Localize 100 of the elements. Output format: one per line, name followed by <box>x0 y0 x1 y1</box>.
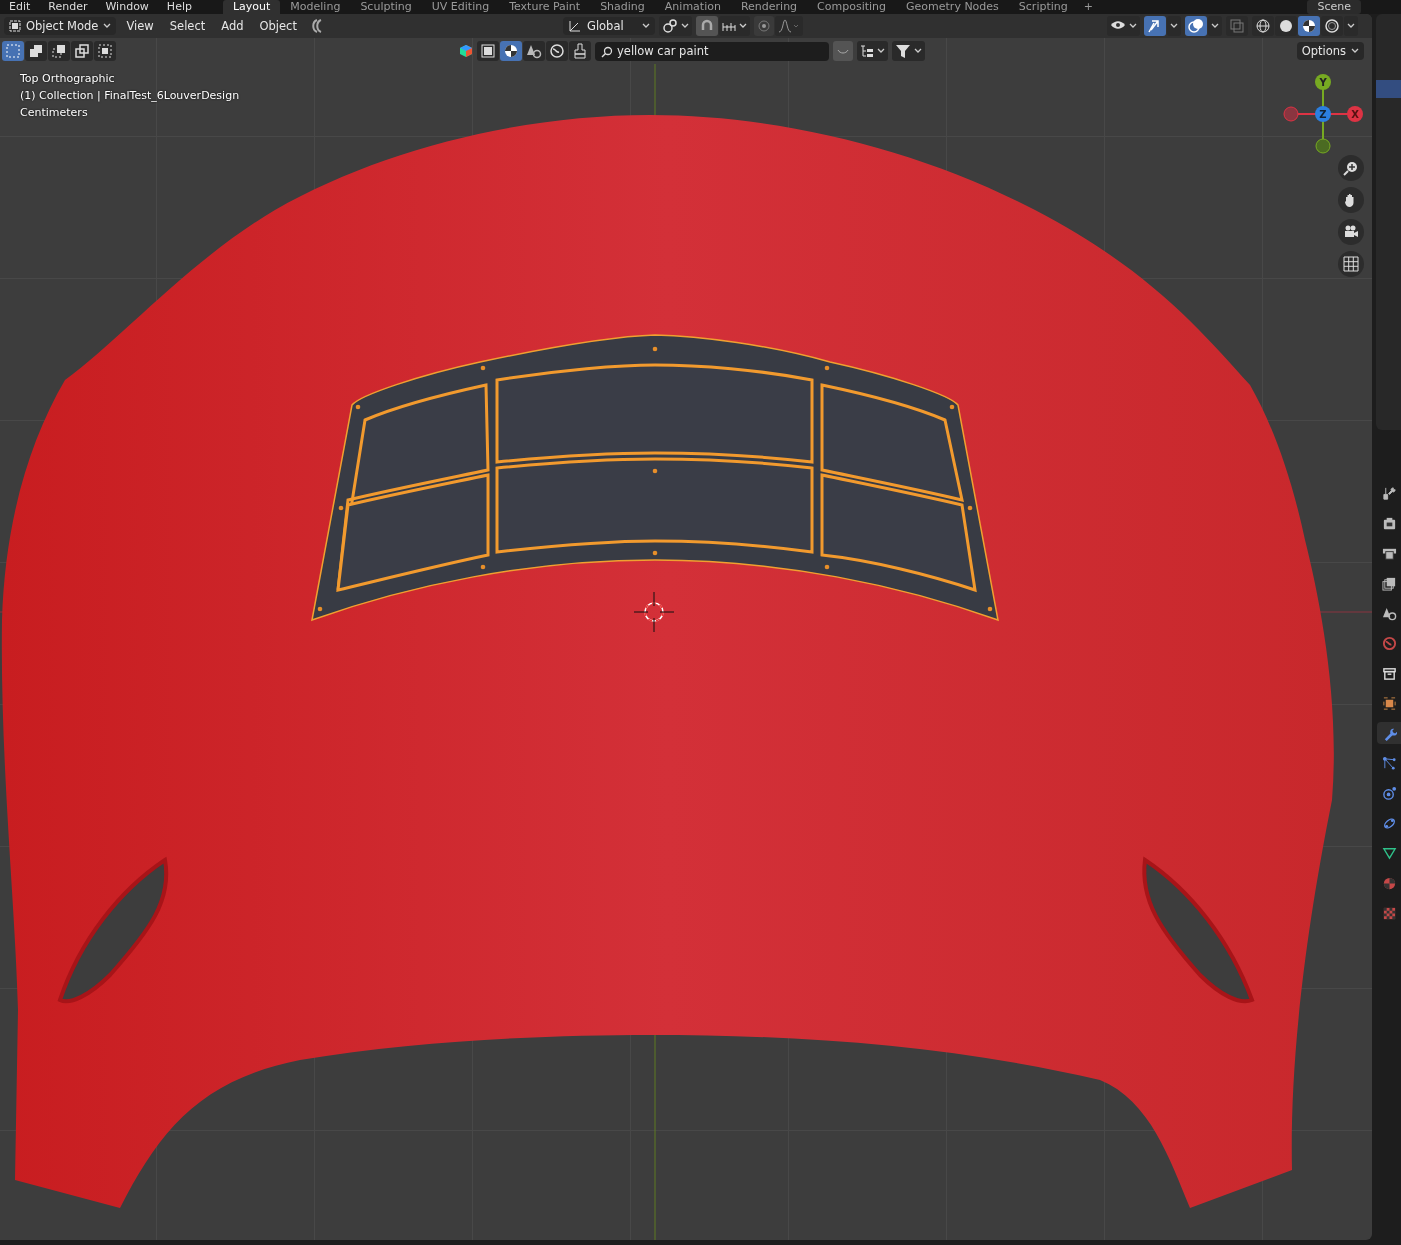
search-field[interactable]: yellow car paint <box>595 41 829 61</box>
shading-mode-button[interactable] <box>1321 16 1343 36</box>
filter-material-button[interactable] <box>500 41 522 61</box>
selection-mode-button[interactable] <box>71 41 93 61</box>
workspace-tab[interactable]: Modeling <box>280 0 351 14</box>
workspace-tab[interactable]: Scripting <box>1008 0 1078 14</box>
box-icon <box>1381 665 1397 681</box>
gizmo-dropdown[interactable] <box>1167 16 1181 36</box>
caret-icon <box>1351 48 1359 54</box>
search-icon <box>601 45 613 58</box>
snap-dropdown[interactable] <box>718 16 750 36</box>
cone-sphere-icon <box>526 43 542 59</box>
object-icon <box>480 43 496 59</box>
grid-toggle-button[interactable] <box>1338 251 1364 277</box>
navigation-gizmo[interactable]: Y Z X <box>1283 74 1363 154</box>
material-sphere-icon <box>503 43 519 59</box>
zoom-button[interactable] <box>1338 155 1364 181</box>
caret-icon <box>738 23 747 29</box>
selection-mode-button[interactable] <box>48 41 70 61</box>
zoom-icon <box>1343 160 1359 176</box>
shading-dropdown[interactable] <box>1344 16 1358 36</box>
falloff-dropdown[interactable] <box>774 16 803 36</box>
list-icon <box>860 44 874 58</box>
shading-mode-button[interactable] <box>1252 16 1274 36</box>
caret-icon <box>877 48 885 54</box>
brush-icon <box>572 43 588 59</box>
tool-icon <box>1381 485 1397 501</box>
falloff-curve-icon <box>777 19 800 33</box>
shading-mode-button[interactable] <box>1298 16 1320 36</box>
caret-icon <box>1211 23 1219 29</box>
filter-world-button[interactable] <box>546 41 568 61</box>
filter-dropdown[interactable] <box>892 41 925 61</box>
menu-item[interactable]: Window <box>96 0 158 14</box>
caret-icon <box>1170 23 1178 29</box>
filter-object-button[interactable] <box>477 41 499 61</box>
caret-icon <box>680 23 689 29</box>
proportional-icon <box>756 19 771 33</box>
workspace-tab[interactable]: Animation <box>654 0 731 14</box>
triangle-icon <box>1381 845 1397 861</box>
header-menu[interactable]: Object <box>253 17 303 35</box>
caret-icon <box>1129 23 1137 29</box>
snap-toggle[interactable] <box>695 16 718 36</box>
select-subtract-icon <box>51 43 67 59</box>
selection-mode-button[interactable] <box>94 41 116 61</box>
pivot-icon <box>661 18 678 34</box>
workspace-tab[interactable]: UV Editing <box>421 0 500 14</box>
select-invert-icon <box>74 43 90 59</box>
pan-hand-button[interactable] <box>1338 187 1364 213</box>
object-mode-icon <box>9 20 21 32</box>
gizmo-toggle[interactable] <box>1144 16 1166 36</box>
workspace-tab[interactable]: Layout <box>222 0 281 14</box>
workspace-tab[interactable]: Shading <box>590 0 655 14</box>
overlays-dropdown[interactable] <box>1208 16 1222 36</box>
overlays-toggle[interactable] <box>1185 16 1207 36</box>
add-workspace-button[interactable]: + <box>1077 0 1099 14</box>
camera-button[interactable] <box>1338 219 1364 245</box>
header-menu[interactable]: Add <box>215 17 250 35</box>
axes-icon <box>567 19 582 33</box>
header-menu[interactable]: View <box>120 17 160 35</box>
menu-item[interactable]: Render <box>39 0 97 14</box>
rendered-sphere-icon <box>1324 18 1340 34</box>
square-icon <box>1381 695 1397 711</box>
scene-selector[interactable]: Scene <box>1307 0 1361 14</box>
pivot-dropdown[interactable] <box>658 16 692 36</box>
nodes-icon <box>1381 755 1397 771</box>
header-menu[interactable]: Select <box>163 17 212 35</box>
select-extend-icon <box>28 43 44 59</box>
grid-icon <box>1343 256 1359 272</box>
menu-item[interactable]: Help <box>157 0 201 14</box>
workspace-tab[interactable]: Texture Paint <box>499 0 591 14</box>
funnel-icon <box>895 43 911 59</box>
options-dropdown[interactable]: Options <box>1296 42 1364 60</box>
workspace-tab[interactable]: Rendering <box>730 0 808 14</box>
filter-light-button[interactable] <box>523 41 545 61</box>
display-mode-dropdown[interactable] <box>857 41 888 61</box>
menu-item[interactable]: Edit <box>0 0 40 14</box>
workspace-tab[interactable]: Geometry Nodes <box>896 0 1009 14</box>
wireframe-sphere-icon <box>1255 18 1271 34</box>
selection-mode-button[interactable] <box>25 41 47 61</box>
viewport-info-text: (1) Collection | FinalTest_6LouverDesign <box>20 89 240 102</box>
filter-brush-button[interactable] <box>569 41 591 61</box>
solid-sphere-icon <box>1278 18 1294 34</box>
xray-toggle[interactable] <box>1226 16 1248 36</box>
shading-mode-button[interactable] <box>1275 16 1297 36</box>
louver-vent-drawing[interactable] <box>311 334 999 621</box>
viewport-info-text: Top Orthographic <box>20 72 115 85</box>
orientation-dropdown[interactable]: Global <box>562 17 655 35</box>
images-icon <box>1381 575 1397 591</box>
checker-icon <box>1381 905 1397 921</box>
visibility-dropdown[interactable] <box>1107 16 1140 36</box>
viewport-info-text: Centimeters <box>20 106 88 119</box>
workspace-tab[interactable]: Compositing <box>807 0 897 14</box>
orbit-icon <box>1381 785 1397 801</box>
caret-icon <box>103 23 112 29</box>
workspace-tab[interactable]: Sculpting <box>350 0 422 14</box>
caret-icon <box>1347 23 1355 29</box>
caret-icon <box>641 23 650 29</box>
proportional-toggle[interactable] <box>753 16 774 36</box>
mode-dropdown[interactable]: Object Mode <box>4 17 117 35</box>
xray-icon <box>1229 18 1245 34</box>
